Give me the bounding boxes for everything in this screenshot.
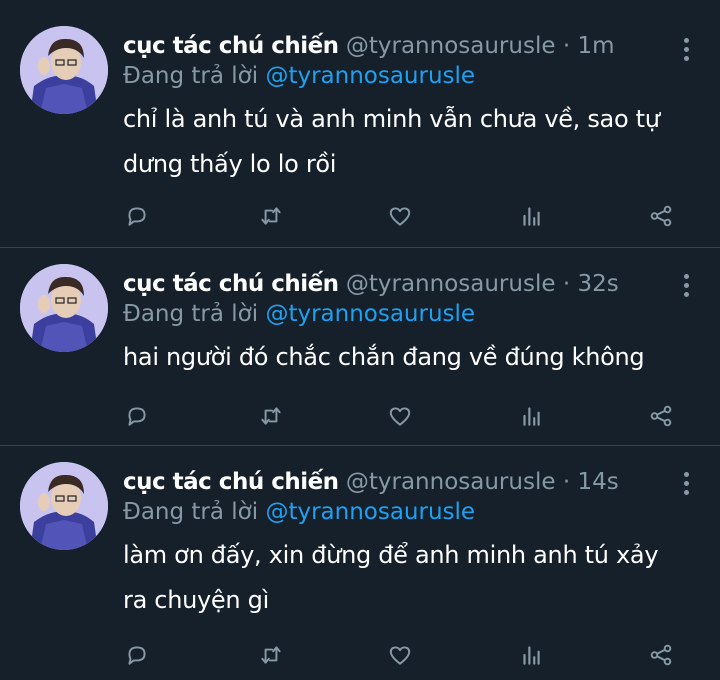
share-icon[interactable] [646, 401, 676, 431]
display-name[interactable]: cục tác chú chiến [123, 469, 339, 495]
tweet-header: cục tác chú chiến @tyrannosaurusle · 1m [123, 28, 680, 64]
tweet-header: cục tác chú chiến @tyrannosaurusle · 32s [123, 266, 680, 302]
retweet-icon[interactable] [256, 401, 286, 431]
timeline: cục tác chú chiến @tyrannosaurusle · 1m … [0, 0, 720, 680]
reply-mention[interactable]: @tyrannosaurusle [265, 499, 475, 525]
reply-prefix: Đang trả lời [123, 301, 259, 327]
retweet-icon[interactable] [256, 201, 286, 231]
heart-icon[interactable] [385, 640, 415, 670]
timestamp[interactable]: 14s [577, 469, 618, 495]
reply-prefix: Đang trả lời [123, 63, 259, 89]
tweet-content: cục tác chú chiến @tyrannosaurusle · 32s… [123, 266, 680, 380]
tweet[interactable]: cục tác chú chiến @tyrannosaurusle · 32s… [0, 248, 720, 446]
tweet-text: chỉ là anh tú và anh minh vẫn chưa về, s… [123, 105, 660, 178]
reply-prefix: Đang trả lời [123, 499, 259, 525]
username[interactable]: @tyrannosaurusle [346, 33, 556, 59]
retweet-icon[interactable] [256, 640, 286, 670]
avatar[interactable] [20, 462, 108, 550]
tweet-actions [120, 640, 680, 670]
tweet[interactable]: cục tác chú chiến @tyrannosaurusle · 14s… [0, 446, 720, 680]
reply-context: Đang trả lời @tyrannosaurusle [123, 299, 680, 329]
tweet-text: làm ơn đấy, xin đừng để anh minh anh tú … [123, 541, 659, 614]
display-name[interactable]: cục tác chú chiến [123, 33, 339, 59]
username[interactable]: @tyrannosaurusle [346, 271, 556, 297]
reply-icon[interactable] [122, 640, 152, 670]
analytics-icon[interactable] [516, 201, 546, 231]
reply-icon[interactable] [122, 401, 152, 431]
separator-dot: · [562, 271, 571, 297]
tweet-content: cục tác chú chiến @tyrannosaurusle · 1m … [123, 28, 680, 187]
reply-mention[interactable]: @tyrannosaurusle [265, 63, 475, 89]
tweet-actions [120, 201, 680, 231]
more-vertical-icon[interactable] [684, 274, 690, 300]
more-vertical-icon[interactable] [684, 38, 690, 64]
separator-dot: · [562, 33, 571, 59]
timestamp[interactable]: 32s [577, 271, 618, 297]
reply-context: Đang trả lời @tyrannosaurusle [123, 497, 680, 527]
heart-icon[interactable] [385, 401, 415, 431]
tweet-header: cục tác chú chiến @tyrannosaurusle · 14s [123, 464, 680, 500]
share-icon[interactable] [646, 640, 676, 670]
reply-mention[interactable]: @tyrannosaurusle [265, 301, 475, 327]
reply-context: Đang trả lời @tyrannosaurusle [123, 61, 680, 91]
avatar[interactable] [20, 264, 108, 352]
more-vertical-icon[interactable] [684, 472, 690, 498]
tweet[interactable]: cục tác chú chiến @tyrannosaurusle · 1m … [0, 0, 720, 248]
separator-dot: · [562, 469, 571, 495]
avatar[interactable] [20, 26, 108, 114]
tweet-text: hai người đó chắc chắn đang về đúng khôn… [123, 343, 645, 371]
analytics-icon[interactable] [516, 640, 546, 670]
share-icon[interactable] [646, 201, 676, 231]
username[interactable]: @tyrannosaurusle [346, 469, 556, 495]
analytics-icon[interactable] [516, 401, 546, 431]
timestamp[interactable]: 1m [577, 33, 614, 59]
tweet-content: cục tác chú chiến @tyrannosaurusle · 14s… [123, 464, 680, 623]
display-name[interactable]: cục tác chú chiến [123, 271, 339, 297]
tweet-actions [120, 401, 680, 431]
reply-icon[interactable] [122, 201, 152, 231]
heart-icon[interactable] [385, 201, 415, 231]
